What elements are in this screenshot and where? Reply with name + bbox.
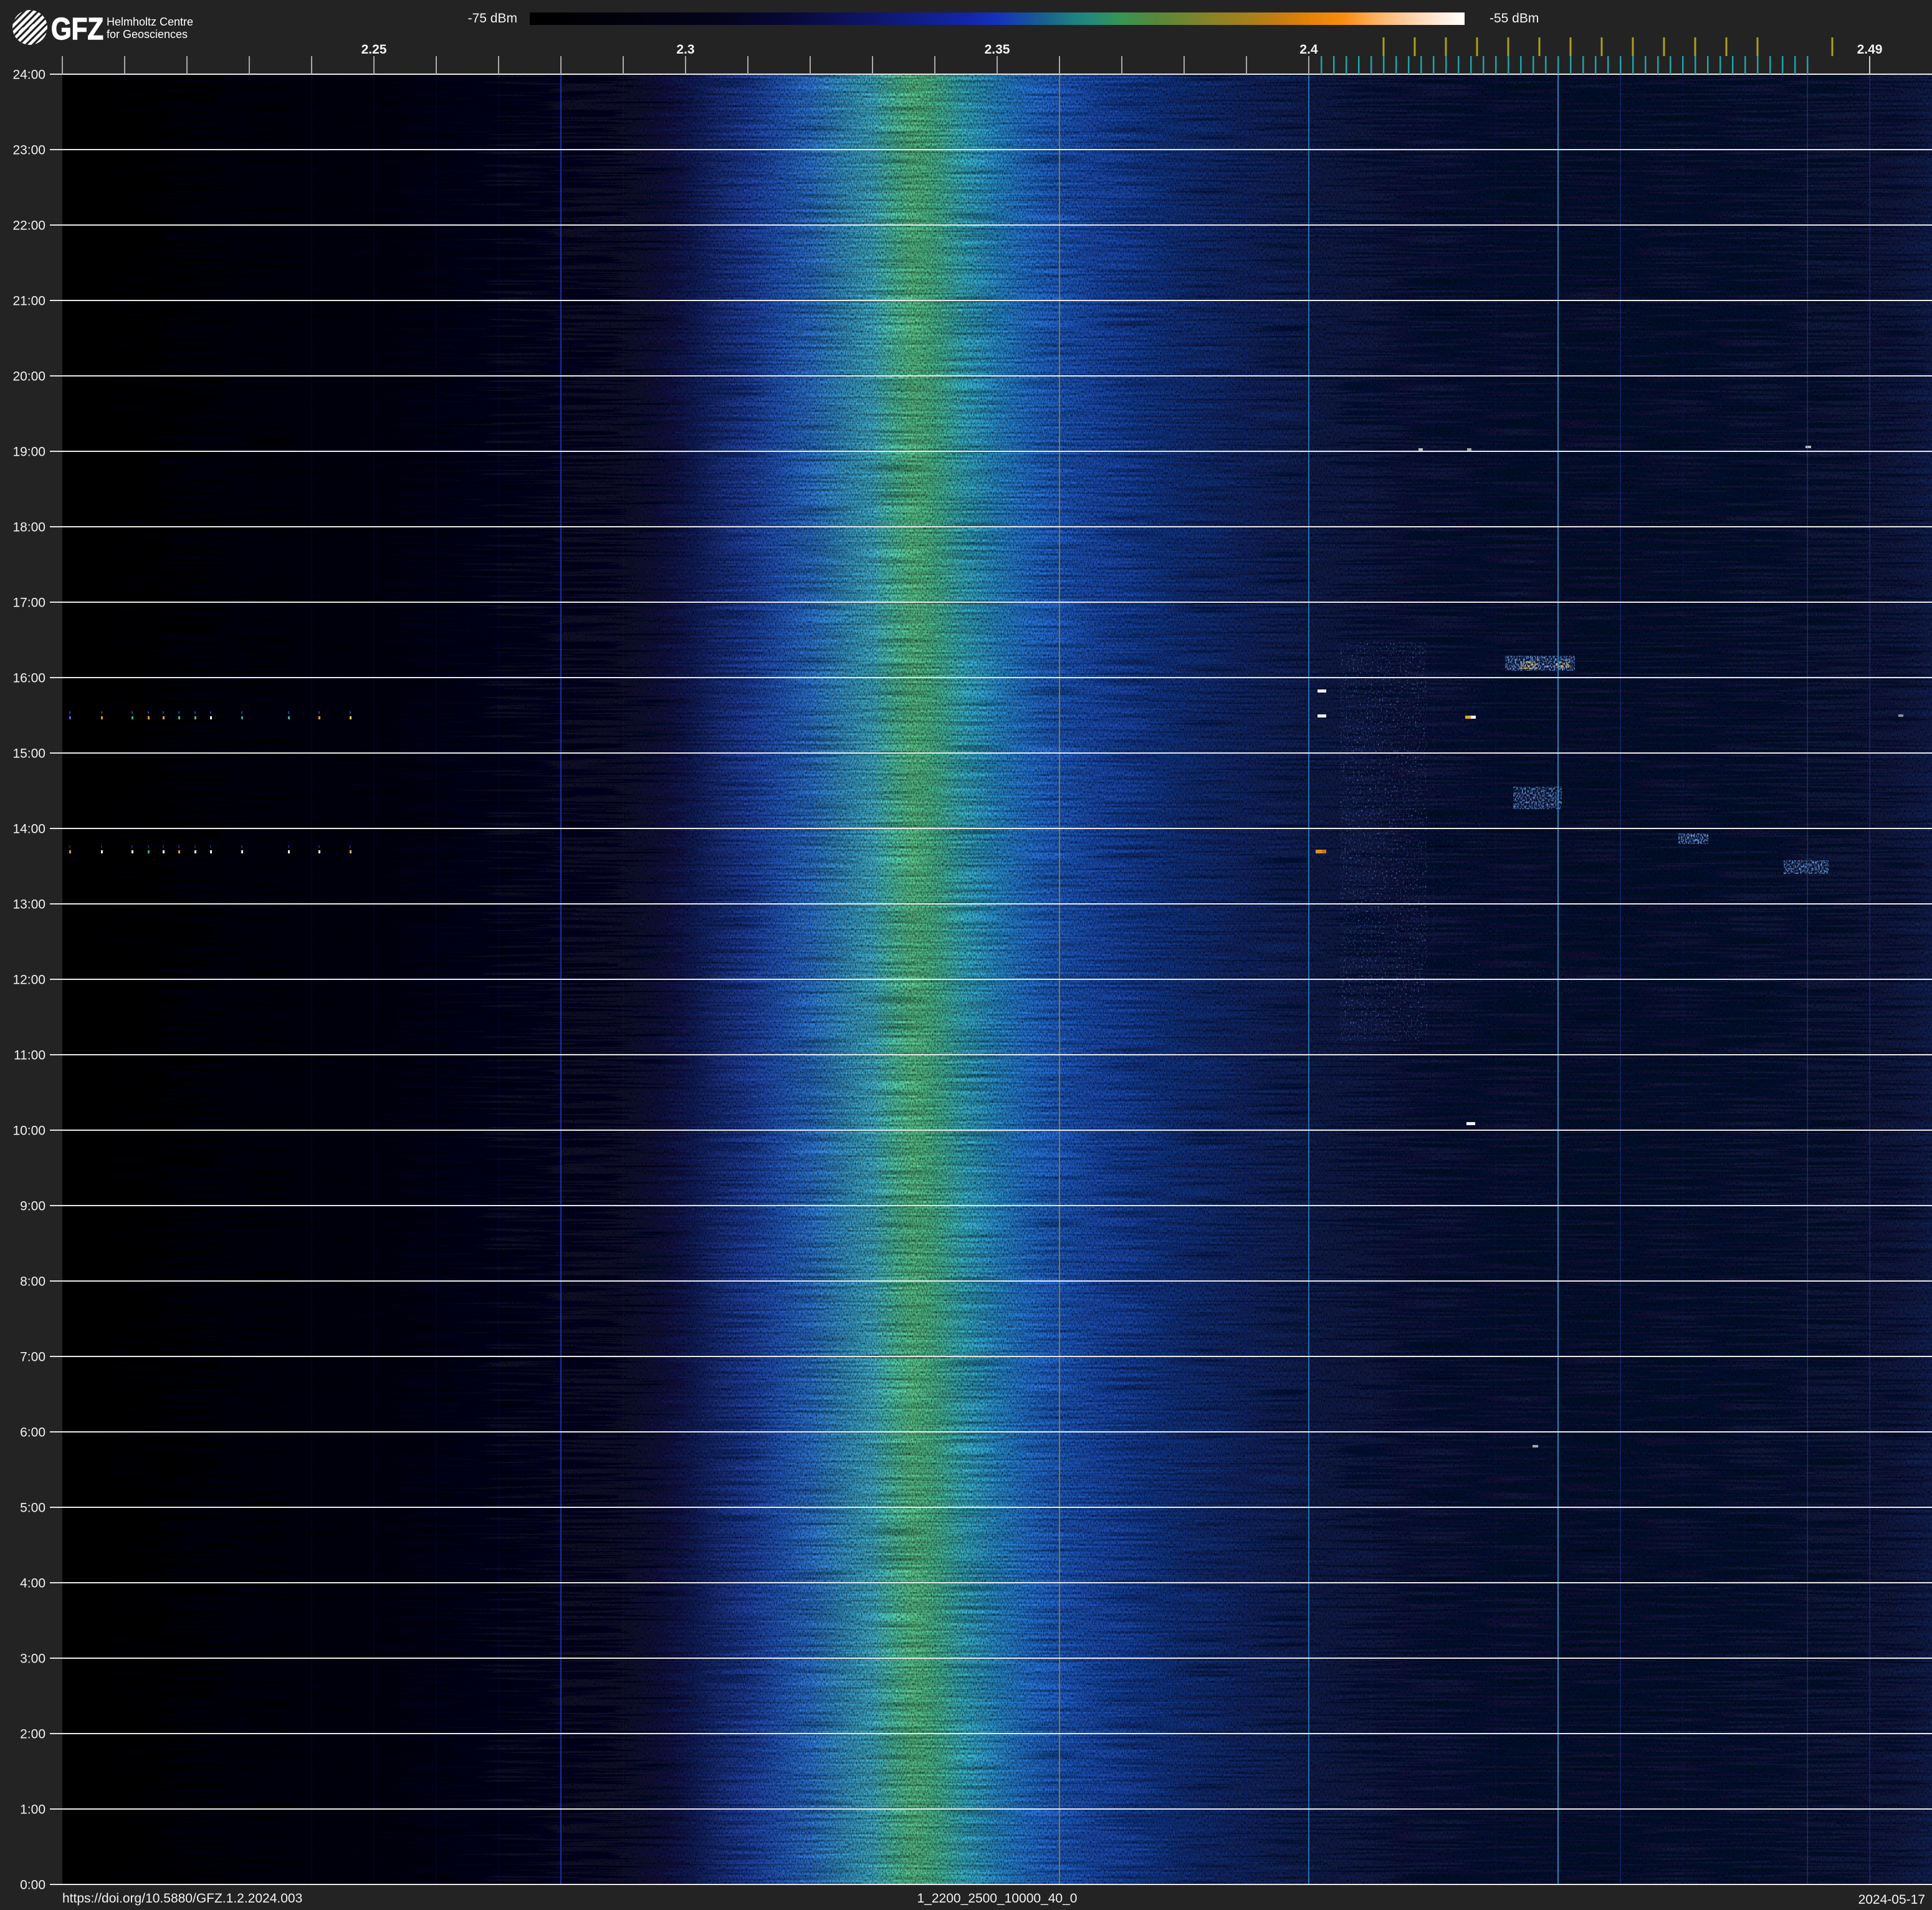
svg-text:13:00: 13:00 [12,898,45,912]
svg-text:Helmholtz Centre: Helmholtz Centre [107,16,193,28]
svg-text:24:00: 24:00 [12,68,45,82]
svg-text:4:00: 4:00 [20,1576,45,1591]
svg-text:-55 dBm: -55 dBm [1490,11,1539,26]
svg-text:2024-05-17: 2024-05-17 [1858,1893,1925,1907]
svg-text:8:00: 8:00 [20,1275,45,1289]
svg-text:3:00: 3:00 [20,1652,45,1666]
svg-text:https://doi.org/10.5880/GFZ.1.: https://doi.org/10.5880/GFZ.1.2.2024.003 [62,1891,302,1906]
svg-text:23:00: 23:00 [12,143,45,158]
svg-text:15:00: 15:00 [12,747,45,761]
svg-text:9:00: 9:00 [20,1199,45,1214]
svg-text:7:00: 7:00 [20,1350,45,1365]
svg-text:10:00: 10:00 [12,1124,45,1138]
svg-text:14:00: 14:00 [12,822,45,837]
svg-text:18:00: 18:00 [12,521,45,535]
svg-text:17:00: 17:00 [12,596,45,610]
svg-text:19:00: 19:00 [12,445,45,459]
svg-text:GFZ: GFZ [51,12,103,46]
svg-text:2.25: 2.25 [361,42,387,57]
svg-text:20:00: 20:00 [12,370,45,384]
svg-text:for Geosciences: for Geosciences [107,28,188,41]
svg-text:2.3: 2.3 [676,42,694,57]
svg-text:21:00: 21:00 [12,294,45,309]
svg-text:2.49: 2.49 [1857,42,1883,57]
svg-text:12:00: 12:00 [12,973,45,987]
svg-text:1:00: 1:00 [20,1803,45,1817]
svg-text:11:00: 11:00 [14,1049,45,1063]
svg-text:2.4: 2.4 [1299,42,1318,57]
svg-text:5:00: 5:00 [20,1501,45,1515]
svg-text:2:00: 2:00 [20,1727,45,1742]
svg-text:2.35: 2.35 [985,42,1010,57]
svg-text:0:00: 0:00 [20,1878,45,1893]
svg-text:-75 dBm: -75 dBm [468,11,517,26]
svg-text:1_2200_2500_10000_40_0: 1_2200_2500_10000_40_0 [917,1891,1078,1906]
svg-text:6:00: 6:00 [20,1426,45,1440]
svg-text:22:00: 22:00 [12,219,45,233]
svg-text:16:00: 16:00 [12,671,45,686]
